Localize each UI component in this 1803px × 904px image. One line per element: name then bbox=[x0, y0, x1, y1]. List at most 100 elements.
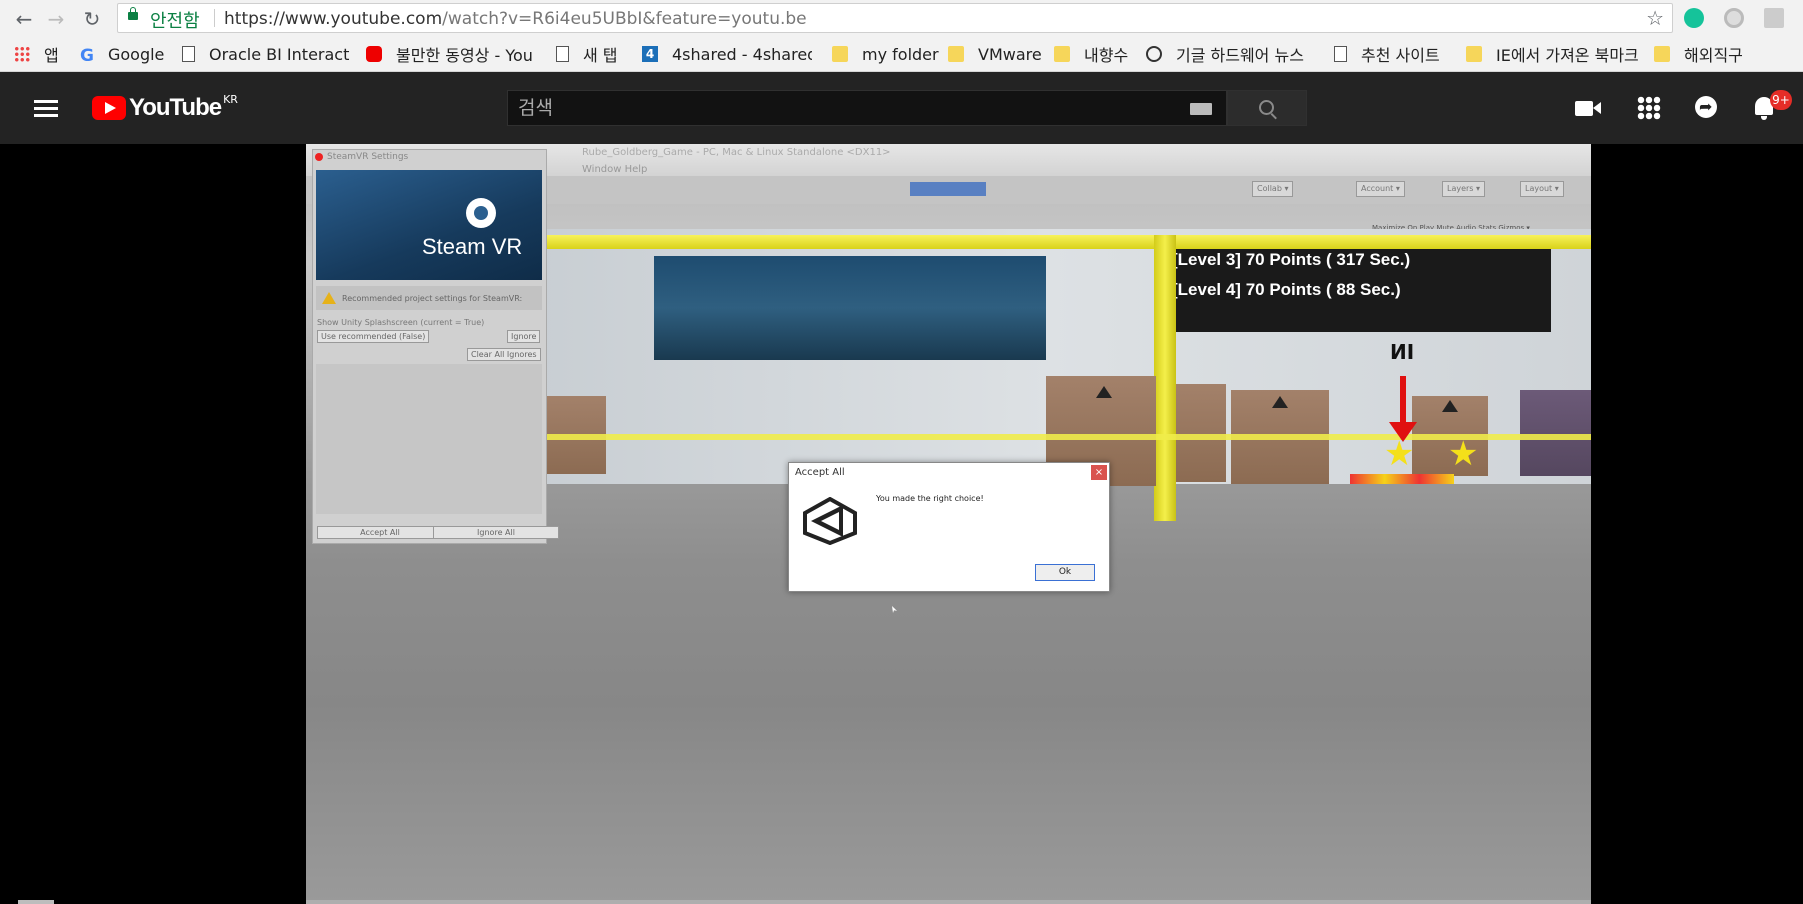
search-box bbox=[507, 90, 1227, 126]
keyboard-icon[interactable] bbox=[1190, 103, 1212, 115]
bookmark-4shared[interactable]: 4 4shared - 4shared T bbox=[642, 44, 812, 64]
bookmark-label: 4shared - 4shared T bbox=[672, 44, 812, 64]
menu-extension-icon[interactable] bbox=[1764, 8, 1784, 28]
red-arrow-icon bbox=[1389, 376, 1417, 442]
folder-icon bbox=[832, 46, 848, 62]
back-icon[interactable]: ← bbox=[12, 7, 36, 31]
accept-all-dialog: Accept All × You made the right choice! … bbox=[788, 462, 1110, 592]
steamvr-body bbox=[316, 364, 542, 514]
video-progress-bar[interactable] bbox=[306, 900, 1591, 904]
steamvr-warning: Recommended project settings for SteamVR… bbox=[316, 286, 542, 310]
bookmark-youtube[interactable]: 불만한 동영상 - You bbox=[366, 44, 538, 64]
notification-badge: 9+ bbox=[1770, 90, 1792, 110]
address-bar[interactable]: 안전함 https://www.youtube.com/watch?v=R6i4… bbox=[117, 3, 1673, 33]
messages-icon[interactable] bbox=[1693, 94, 1721, 122]
steamvr-banner: Steam VR bbox=[316, 170, 542, 280]
bookmark-label: 추천 사이트 bbox=[1361, 46, 1440, 64]
page-icon bbox=[182, 46, 195, 62]
bookmark-ie-imported[interactable]: IE에서 가져온 북마크 bbox=[1466, 44, 1638, 64]
layers-dropdown: Layers ▾ bbox=[1442, 181, 1486, 197]
bookmark-star-icon[interactable]: ☆ bbox=[1646, 6, 1664, 30]
unity-dot-icon bbox=[315, 153, 323, 161]
video-player[interactable]: Rube_Goldberg_Game - PC, Mac & Linux Sta… bbox=[306, 144, 1591, 904]
reload-icon[interactable]: ↻ bbox=[80, 7, 104, 31]
play-controls-icon bbox=[910, 182, 986, 196]
bookmark-google[interactable]: G Google bbox=[80, 44, 165, 65]
bookmarks-bar: 앱 G Google Oracle BI Interactive 불만한 동영상 … bbox=[0, 37, 1803, 72]
youtube-play-icon bbox=[92, 96, 126, 120]
bookmark-label: Oracle BI Interactive bbox=[209, 44, 350, 64]
unity-window-title: Rube_Goldberg_Game - PC, Mac & Linux Sta… bbox=[582, 147, 891, 158]
bookmark-vmware[interactable]: VMware bbox=[948, 44, 1042, 64]
grammarly-extension-icon[interactable] bbox=[1684, 8, 1704, 28]
folder-icon bbox=[1466, 46, 1482, 62]
bookmark-label: 새 탭 bbox=[583, 46, 618, 64]
youtube-logo[interactable]: YouTube KR bbox=[92, 94, 238, 122]
url-host: https://www.youtube.com bbox=[224, 9, 443, 29]
bookmark-news[interactable]: 기글 하드웨어 뉴스 bbox=[1146, 44, 1310, 64]
upload-video-icon[interactable] bbox=[1574, 94, 1602, 122]
accept-all-button: Accept All bbox=[317, 526, 443, 539]
bookmark-label: my folder bbox=[862, 44, 939, 64]
lock-icon bbox=[128, 7, 138, 20]
floor-rail bbox=[1350, 474, 1454, 484]
bookmark-apps[interactable]: 앱 bbox=[14, 44, 59, 64]
google-icon: G bbox=[80, 46, 94, 64]
youtube-header: YouTube KR bbox=[0, 72, 1803, 144]
browser-toolbar: ← → ↻ 안전함 https://www.youtube.com/watch?… bbox=[0, 0, 1803, 37]
steamvr-warning-text: Recommended project settings for SteamVR… bbox=[342, 294, 523, 303]
steamvr-brand: Steam VR bbox=[422, 234, 523, 259]
video-progress-played bbox=[18, 900, 54, 904]
page-icon bbox=[1334, 46, 1347, 62]
cardboard-box bbox=[1176, 384, 1226, 482]
url-path: /watch?v=R6i4eu5UBbI&feature=youtu.be bbox=[442, 9, 807, 29]
steamvr-settings-window: SteamVR Settings Steam VR Recommended pr… bbox=[312, 149, 559, 544]
bookmark-label: IE에서 가져온 북마크 bbox=[1496, 46, 1638, 64]
site-icon bbox=[1146, 46, 1162, 62]
clear-ignores-button: Clear All Ignores bbox=[467, 348, 541, 361]
bookmark-label: Google bbox=[107, 44, 165, 64]
layout-dropdown: Layout ▾ bbox=[1520, 181, 1564, 197]
folder-icon bbox=[1054, 46, 1070, 62]
bookmark-label: 불만한 동영상 - You bbox=[396, 46, 533, 64]
use-recommended-button: Use recommended (False) bbox=[317, 330, 430, 343]
bookmark-label: 내향수 bbox=[1084, 46, 1129, 64]
folder-icon bbox=[1654, 46, 1670, 62]
bookmark-label: VMware bbox=[978, 44, 1042, 64]
star-icon: ★ bbox=[1384, 434, 1415, 474]
box-arrow-icon bbox=[1096, 386, 1112, 398]
search-button[interactable] bbox=[1227, 90, 1307, 126]
bookmark-overseas[interactable]: 해외직구 bbox=[1654, 44, 1743, 64]
unity-logo-icon bbox=[803, 497, 857, 545]
apps-grid-icon[interactable] bbox=[1637, 96, 1661, 120]
ignore-all-button: Ignore All bbox=[433, 526, 559, 539]
wall-poster bbox=[654, 256, 1046, 360]
search-icon bbox=[1259, 100, 1274, 115]
bookmark-recommended[interactable]: 추천 사이트 bbox=[1334, 44, 1440, 64]
bookmark-my-folder[interactable]: my folder bbox=[832, 44, 939, 64]
bookmark-label: 기글 하드웨어 뉴스 bbox=[1176, 46, 1304, 64]
steamvr-window-title: SteamVR Settings bbox=[327, 152, 409, 162]
page-icon bbox=[556, 46, 569, 62]
dialog-message: You made the right choice! bbox=[876, 494, 984, 503]
extension-icon[interactable] bbox=[1724, 8, 1744, 28]
account-dropdown: Account ▾ bbox=[1356, 181, 1405, 197]
bookmark-folder[interactable]: 내향수 bbox=[1054, 44, 1128, 64]
search-input[interactable] bbox=[508, 91, 1168, 125]
yellow-pipe-horizontal bbox=[526, 235, 1591, 249]
region-label: KR bbox=[223, 93, 238, 106]
menu-icon[interactable] bbox=[34, 100, 58, 118]
bookmark-new-tab[interactable]: 새 탭 bbox=[556, 44, 618, 64]
collab-dropdown: Collab ▾ bbox=[1252, 181, 1294, 197]
warning-icon bbox=[322, 292, 336, 304]
bookmark-label: 해외직구 bbox=[1684, 46, 1743, 64]
omnibox-separator bbox=[214, 9, 215, 27]
url-text[interactable]: https://www.youtube.com/watch?v=R6i4eu5U… bbox=[224, 9, 807, 29]
purple-box bbox=[1520, 390, 1591, 476]
ignore-button: Ignore bbox=[507, 330, 541, 343]
forward-icon[interactable]: → bbox=[44, 7, 68, 31]
bookmark-oracle[interactable]: Oracle BI Interactive bbox=[182, 44, 350, 64]
apps-icon bbox=[14, 46, 30, 62]
ok-button: Ok bbox=[1035, 564, 1095, 581]
folder-icon bbox=[948, 46, 964, 62]
